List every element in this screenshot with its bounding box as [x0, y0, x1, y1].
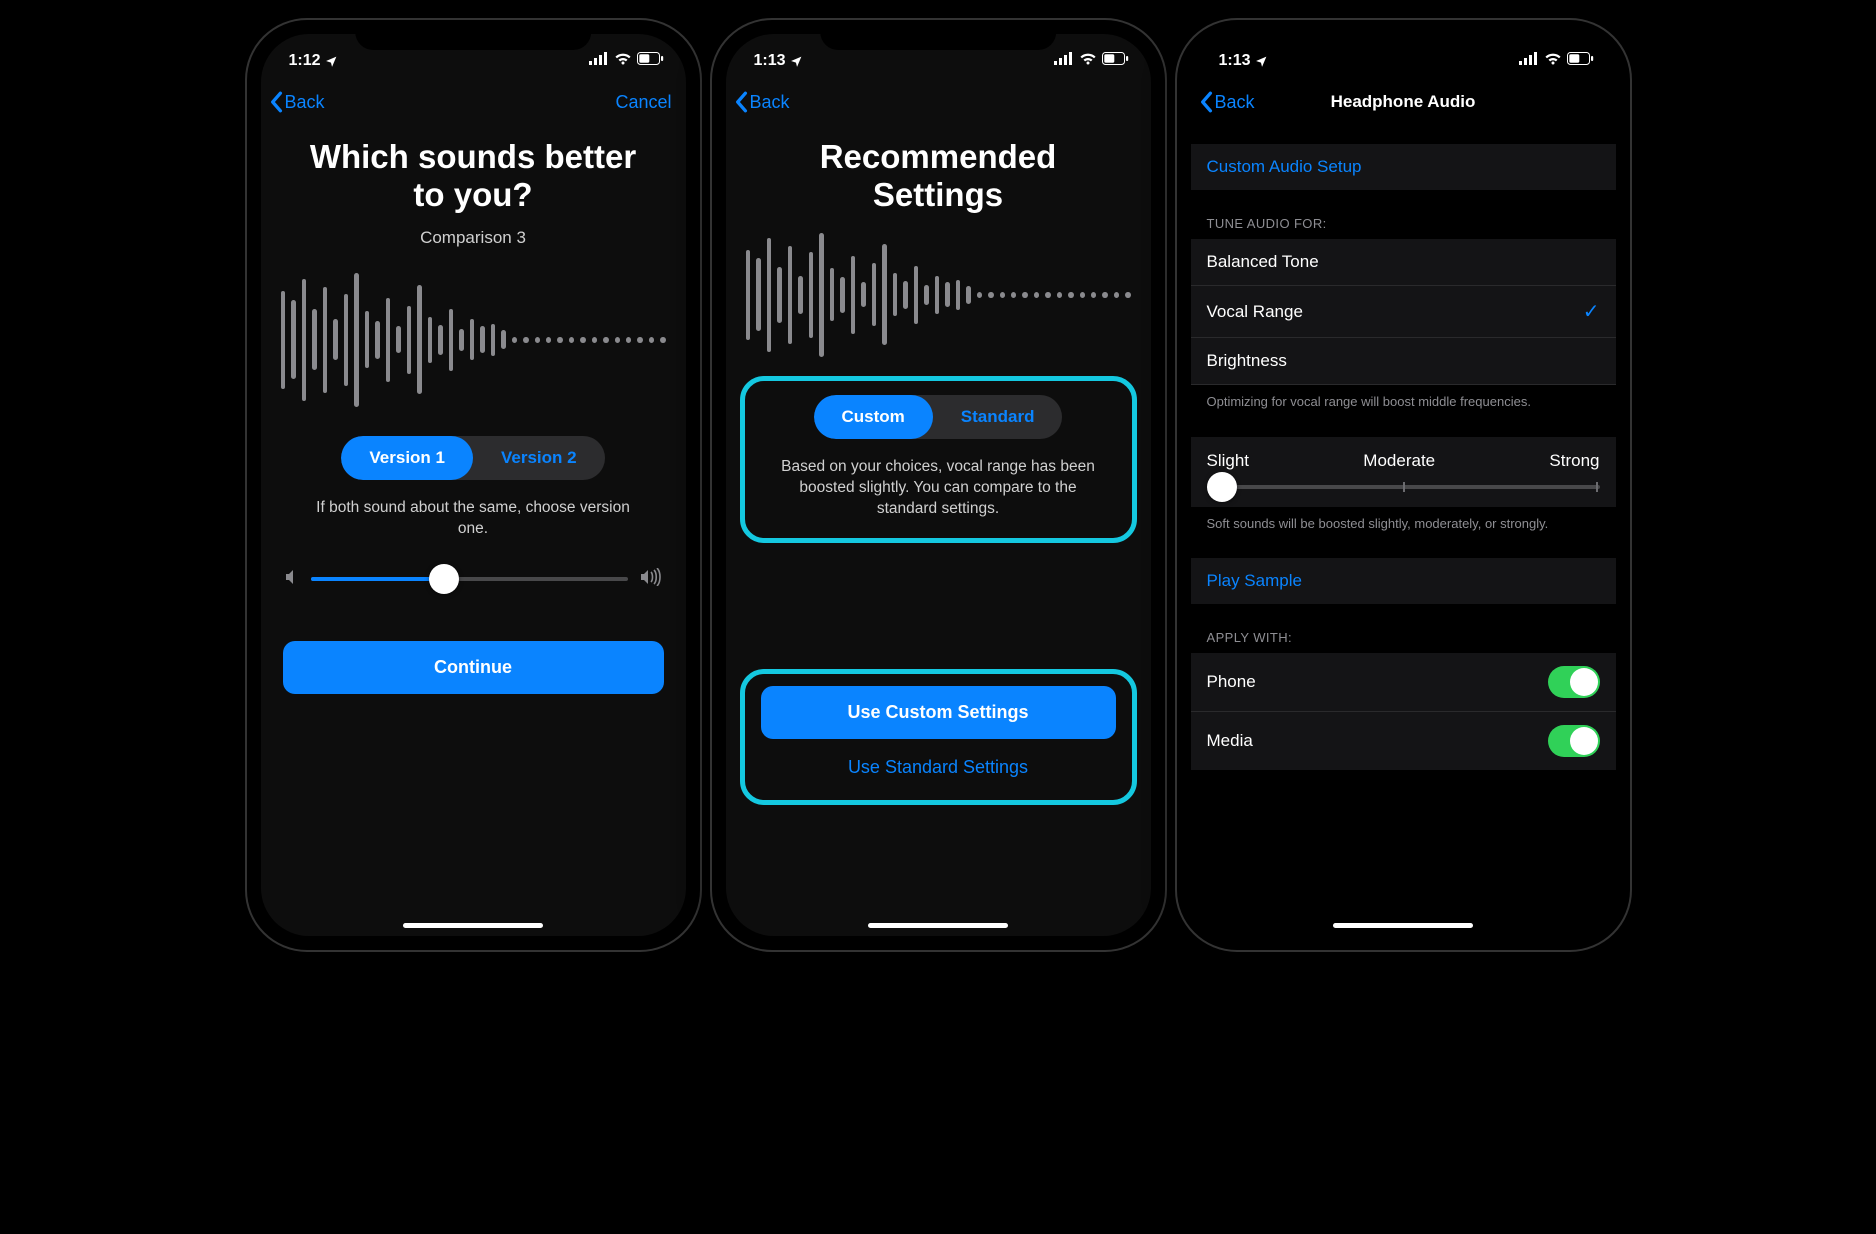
signal-icon: [1054, 52, 1074, 70]
recommendation-text: Based on your choices, vocal range has b…: [753, 443, 1124, 524]
boost-slider-labels: Slight Moderate Strong: [1191, 437, 1616, 481]
back-label: Back: [285, 92, 325, 113]
volume-slider[interactable]: [311, 577, 628, 581]
volume-slider-row: [261, 548, 686, 601]
page-subtitle: Comparison 3: [261, 218, 686, 248]
page-title: Which sounds better to you?: [261, 126, 686, 218]
status-time: 1:13: [754, 52, 786, 70]
home-indicator[interactable]: [868, 923, 1008, 928]
back-button[interactable]: Back: [1199, 91, 1255, 113]
status-time: 1:12: [289, 52, 321, 70]
signal-icon: [589, 52, 609, 70]
apply-media-label: Media: [1207, 731, 1253, 751]
page-title: Recommended Settings: [726, 126, 1151, 218]
highlight-buttons-box: Use Custom Settings Use Standard Setting…: [740, 669, 1137, 805]
cancel-button[interactable]: Cancel: [615, 92, 671, 113]
option-label: Vocal Range: [1207, 302, 1303, 322]
volume-high-icon: [640, 568, 662, 591]
custom-audio-setup-label: Custom Audio Setup: [1207, 157, 1362, 177]
custom-audio-setup-row[interactable]: Custom Audio Setup: [1191, 144, 1616, 190]
boost-thumb[interactable]: [1207, 472, 1237, 502]
apply-header: APPLY WITH:: [1191, 630, 1616, 653]
highlight-segment-box: Custom Standard Based on your choices, v…: [740, 376, 1137, 543]
nav-bar: Back Cancel: [261, 82, 686, 126]
wifi-icon: [614, 52, 632, 70]
phone-frame-1: 1:12 Back Cance: [247, 20, 700, 950]
apply-phone-label: Phone: [1207, 672, 1256, 692]
back-button[interactable]: Back: [269, 91, 325, 113]
back-label: Back: [1215, 92, 1255, 113]
boost-slider[interactable]: [1207, 485, 1600, 489]
waveform-graphic: [261, 248, 686, 418]
segment-version-1[interactable]: Version 1: [341, 436, 473, 480]
battery-icon: [637, 52, 664, 70]
status-time: 1:13: [1219, 52, 1251, 70]
segment-version-2[interactable]: Version 2: [473, 436, 605, 480]
label-slight: Slight: [1207, 451, 1250, 471]
battery-icon: [1102, 52, 1129, 70]
nav-bar: Back: [726, 82, 1151, 126]
phone-frame-2: 1:13 Back Recommended Settings: [712, 20, 1165, 950]
apply-phone-toggle[interactable]: [1548, 666, 1600, 698]
location-icon: [1255, 55, 1268, 68]
option-label: Balanced Tone: [1207, 252, 1319, 272]
nav-bar: Back Headphone Audio: [1191, 82, 1616, 126]
notch: [1285, 20, 1521, 50]
help-text: If both sound about the same, choose ver…: [261, 484, 686, 548]
location-icon: [790, 55, 803, 68]
notch: [355, 20, 591, 50]
checkmark-icon: ✓: [1583, 299, 1600, 324]
volume-thumb[interactable]: [429, 564, 459, 594]
phone-frame-3: 1:13 Back Headphone Audio Custo: [1177, 20, 1630, 950]
use-standard-button[interactable]: Use Standard Settings: [753, 743, 1124, 792]
back-label: Back: [750, 92, 790, 113]
option-brightness[interactable]: Brightness: [1191, 338, 1616, 385]
home-indicator[interactable]: [1333, 923, 1473, 928]
use-custom-button[interactable]: Use Custom Settings: [761, 686, 1116, 739]
waveform-graphic: [726, 218, 1151, 368]
home-indicator[interactable]: [403, 923, 543, 928]
segment-custom[interactable]: Custom: [814, 395, 933, 439]
mode-segmented-control[interactable]: Custom Standard: [814, 395, 1063, 439]
option-label: Brightness: [1207, 351, 1287, 371]
boost-footer: Soft sounds will be boosted slightly, mo…: [1191, 507, 1616, 533]
wifi-icon: [1544, 52, 1562, 70]
version-segmented-control[interactable]: Version 1 Version 2: [341, 436, 604, 480]
screen-1: 1:12 Back Cance: [261, 34, 686, 936]
location-icon: [325, 55, 338, 68]
continue-button[interactable]: Continue: [283, 641, 664, 694]
option-balanced-tone[interactable]: Balanced Tone: [1191, 239, 1616, 286]
apply-phone-row: Phone: [1191, 653, 1616, 712]
apply-media-toggle[interactable]: [1548, 725, 1600, 757]
apply-media-row: Media: [1191, 712, 1616, 770]
option-vocal-range[interactable]: Vocal Range ✓: [1191, 286, 1616, 338]
battery-icon: [1567, 52, 1594, 70]
screen-2: 1:13 Back Recommended Settings: [726, 34, 1151, 936]
label-moderate: Moderate: [1363, 451, 1435, 471]
tune-footer: Optimizing for vocal range will boost mi…: [1191, 385, 1616, 411]
screen-3: 1:13 Back Headphone Audio Custo: [1191, 34, 1616, 936]
play-sample-label: Play Sample: [1207, 571, 1302, 591]
tune-header: TUNE AUDIO FOR:: [1191, 216, 1616, 239]
notch: [820, 20, 1056, 50]
signal-icon: [1519, 52, 1539, 70]
segment-standard[interactable]: Standard: [933, 395, 1063, 439]
back-button[interactable]: Back: [734, 91, 790, 113]
volume-low-icon: [285, 569, 299, 590]
play-sample-row[interactable]: Play Sample: [1191, 558, 1616, 604]
wifi-icon: [1079, 52, 1097, 70]
label-strong: Strong: [1549, 451, 1599, 471]
